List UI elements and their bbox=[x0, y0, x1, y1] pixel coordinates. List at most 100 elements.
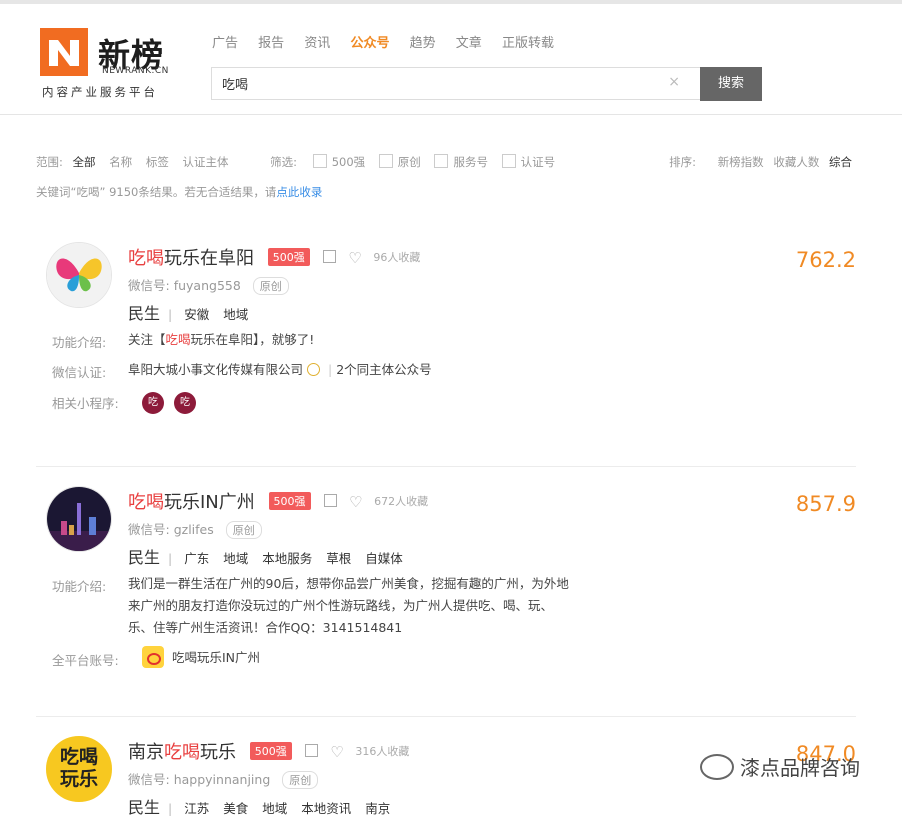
platform-account[interactable]: 吃喝玩乐IN广州 bbox=[142, 646, 260, 669]
wechat-id: fuyang558 bbox=[173, 278, 241, 293]
newrank-score: 857.9 bbox=[795, 492, 856, 516]
account-title[interactable]: 吃喝玩乐在阜阳 500强 ♡ 96人收藏 bbox=[128, 244, 420, 270]
qrcode-icon[interactable] bbox=[324, 494, 338, 507]
newrank-score: 762.2 bbox=[795, 248, 856, 272]
account-avatar[interactable] bbox=[46, 242, 112, 308]
account-title[interactable]: 吃喝玩乐IN广州 500强 ♡ 672人收藏 bbox=[128, 488, 428, 514]
cert-label: 微信认证: bbox=[52, 365, 107, 380]
account-avatar[interactable]: 吃喝玩乐 bbox=[46, 736, 112, 802]
nav-reports[interactable]: 报告 bbox=[258, 36, 284, 51]
tag-item[interactable]: 自媒体 bbox=[365, 551, 403, 566]
original-tag: 原创 bbox=[282, 771, 319, 789]
tag-item[interactable]: 地域 bbox=[262, 801, 287, 816]
wechat-icon bbox=[700, 754, 734, 780]
category: 民生 bbox=[128, 304, 161, 323]
category-row: 民生 | 安徽 地域 bbox=[128, 304, 249, 323]
heart-icon[interactable]: ♡ bbox=[330, 743, 343, 761]
platform-label: 全平台账号: bbox=[52, 653, 119, 668]
main-nav: 广告 报告 资讯 公众号 趋势 文章 正版转载 bbox=[212, 32, 570, 51]
tag-item[interactable]: 江苏 bbox=[184, 801, 209, 816]
result-summary: 关键词“吃喝” 9150条结果。若无合适结果，请点此收录 bbox=[36, 184, 322, 200]
favorites-count: 96人收藏 bbox=[373, 251, 421, 264]
submit-link[interactable]: 点此收录 bbox=[276, 185, 322, 199]
screen-top500[interactable]: 500强 bbox=[312, 154, 365, 169]
intro-label: 功能介绍: bbox=[52, 579, 107, 594]
top500-badge: 500强 bbox=[268, 492, 311, 510]
screen-label: 筛选: bbox=[270, 155, 298, 169]
scope-name[interactable]: 名称 bbox=[109, 155, 132, 169]
tag-item[interactable]: 广东 bbox=[184, 551, 209, 566]
sort-options: 排序: 新榜指数 收藏人数 综合 bbox=[669, 154, 856, 170]
scope-tag[interactable]: 标签 bbox=[146, 155, 169, 169]
sort-overall[interactable]: 综合 bbox=[829, 155, 852, 169]
watermark: 漆点品牌咨询 bbox=[700, 752, 860, 781]
nav-ads[interactable]: 广告 bbox=[212, 36, 238, 51]
qrcode-icon[interactable] bbox=[323, 250, 337, 263]
tag-item[interactable]: 本地服务 bbox=[262, 551, 312, 566]
sort-label: 排序: bbox=[669, 155, 697, 169]
mini-program-icon[interactable]: 吃 bbox=[174, 392, 196, 414]
brand-logo[interactable]: 新榜 NEWRANK.CN 内容产业服务平台 bbox=[40, 28, 180, 103]
scope-label: 范围: bbox=[36, 155, 63, 169]
divider bbox=[36, 466, 856, 467]
nav-accounts[interactable]: 公众号 bbox=[350, 36, 389, 51]
mini-program-list: 吃吃 bbox=[128, 390, 206, 414]
tag-item[interactable]: 美食 bbox=[223, 801, 248, 816]
wechat-id: gzlifes bbox=[173, 522, 214, 537]
heart-icon[interactable]: ♡ bbox=[349, 493, 362, 511]
screen-verified[interactable]: 认证号 bbox=[501, 154, 555, 169]
original-tag: 原创 bbox=[252, 277, 289, 295]
account-avatar[interactable] bbox=[46, 486, 112, 552]
category: 民生 bbox=[128, 798, 161, 817]
wechat-id-row: 微信号: gzlifes 原创 bbox=[128, 519, 262, 539]
tag-item[interactable]: 草根 bbox=[326, 551, 351, 566]
weibo-icon bbox=[142, 646, 164, 668]
checkbox-icon[interactable] bbox=[434, 154, 449, 168]
tag-item[interactable]: 地域 bbox=[223, 551, 248, 566]
nav-news[interactable]: 资讯 bbox=[304, 36, 330, 51]
divider bbox=[36, 716, 856, 717]
sort-index[interactable]: 新榜指数 bbox=[718, 155, 764, 169]
checkbox-icon[interactable] bbox=[378, 154, 393, 168]
favorites-count: 316人收藏 bbox=[355, 745, 410, 758]
nav-articles[interactable]: 文章 bbox=[456, 36, 482, 51]
checkbox-icon[interactable] bbox=[501, 154, 516, 168]
brand-tagline: 内容产业服务平台 bbox=[42, 85, 158, 99]
search-box: × bbox=[211, 67, 701, 100]
scope-entity[interactable]: 认证主体 bbox=[183, 155, 229, 169]
intro-text: 关注【吃喝玩乐在阜阳】，就够了! bbox=[128, 332, 315, 347]
mini-program-icon[interactable]: 吃 bbox=[142, 392, 164, 414]
nav-licensing[interactable]: 正版转载 bbox=[502, 36, 554, 51]
result-card: 吃喝玩乐IN广州 500强 ♡ 672人收藏 微信号: gzlifes 原创 民… bbox=[36, 484, 856, 684]
same-entity-link[interactable]: 2个同主体公众号 bbox=[336, 362, 431, 377]
favorites-count: 672人收藏 bbox=[374, 495, 429, 508]
newrank-logo-icon bbox=[40, 28, 88, 76]
sort-favorites[interactable]: 收藏人数 bbox=[773, 155, 819, 169]
result-card: 吃喝玩乐在阜阳 500强 ♡ 96人收藏 微信号: fuyang558 原创 民… bbox=[36, 240, 856, 440]
search-input[interactable] bbox=[212, 68, 672, 99]
site-header: 新榜 NEWRANK.CN 内容产业服务平台 广告 报告 资讯 公众号 趋势 文… bbox=[0, 4, 902, 115]
category-row: 民生 | 广东 地域 本地服务 草根 自媒体 bbox=[128, 548, 403, 567]
screen-original[interactable]: 原创 bbox=[378, 154, 421, 169]
heart-icon[interactable]: ♡ bbox=[348, 249, 361, 267]
filter-bar: 范围: 全部 名称 标签 认证主体 筛选: 500强 原创 服务号 认证号 排序… bbox=[36, 154, 856, 174]
search-button[interactable]: 搜索 bbox=[700, 67, 762, 101]
category-row: 民生 | 江苏 美食 地域 本地资讯 南京 bbox=[128, 798, 391, 817]
tag-item[interactable]: 安徽 bbox=[184, 307, 209, 322]
scope-all[interactable]: 全部 bbox=[73, 155, 96, 169]
original-tag: 原创 bbox=[225, 521, 262, 539]
intro-text: 我们是一群生活在广州的90后，想带你品尝广州美食，挖掘有趣的广州，为外地 来广州… bbox=[128, 576, 569, 635]
result-count: 关键词“吃喝” 9150条结果。若无合适结果，请 bbox=[36, 185, 277, 199]
screen-service[interactable]: 服务号 bbox=[434, 154, 488, 169]
brand-domain: NEWRANK.CN bbox=[102, 66, 169, 76]
tag-item[interactable]: 本地资讯 bbox=[301, 801, 351, 816]
tag-item[interactable]: 南京 bbox=[365, 801, 390, 816]
qrcode-icon[interactable] bbox=[305, 744, 319, 757]
intro-label: 功能介绍: bbox=[52, 335, 107, 350]
clear-icon[interactable]: × bbox=[668, 74, 680, 90]
account-title[interactable]: 南京吃喝玩乐 500强 ♡ 316人收藏 bbox=[128, 738, 409, 764]
nav-trends[interactable]: 趋势 bbox=[410, 36, 436, 51]
checkbox-icon[interactable] bbox=[312, 154, 327, 168]
cert-text: 阜阳大城小事文化传媒有限公司 | 2个同主体公众号 bbox=[128, 362, 432, 377]
tag-item[interactable]: 地域 bbox=[223, 307, 248, 322]
